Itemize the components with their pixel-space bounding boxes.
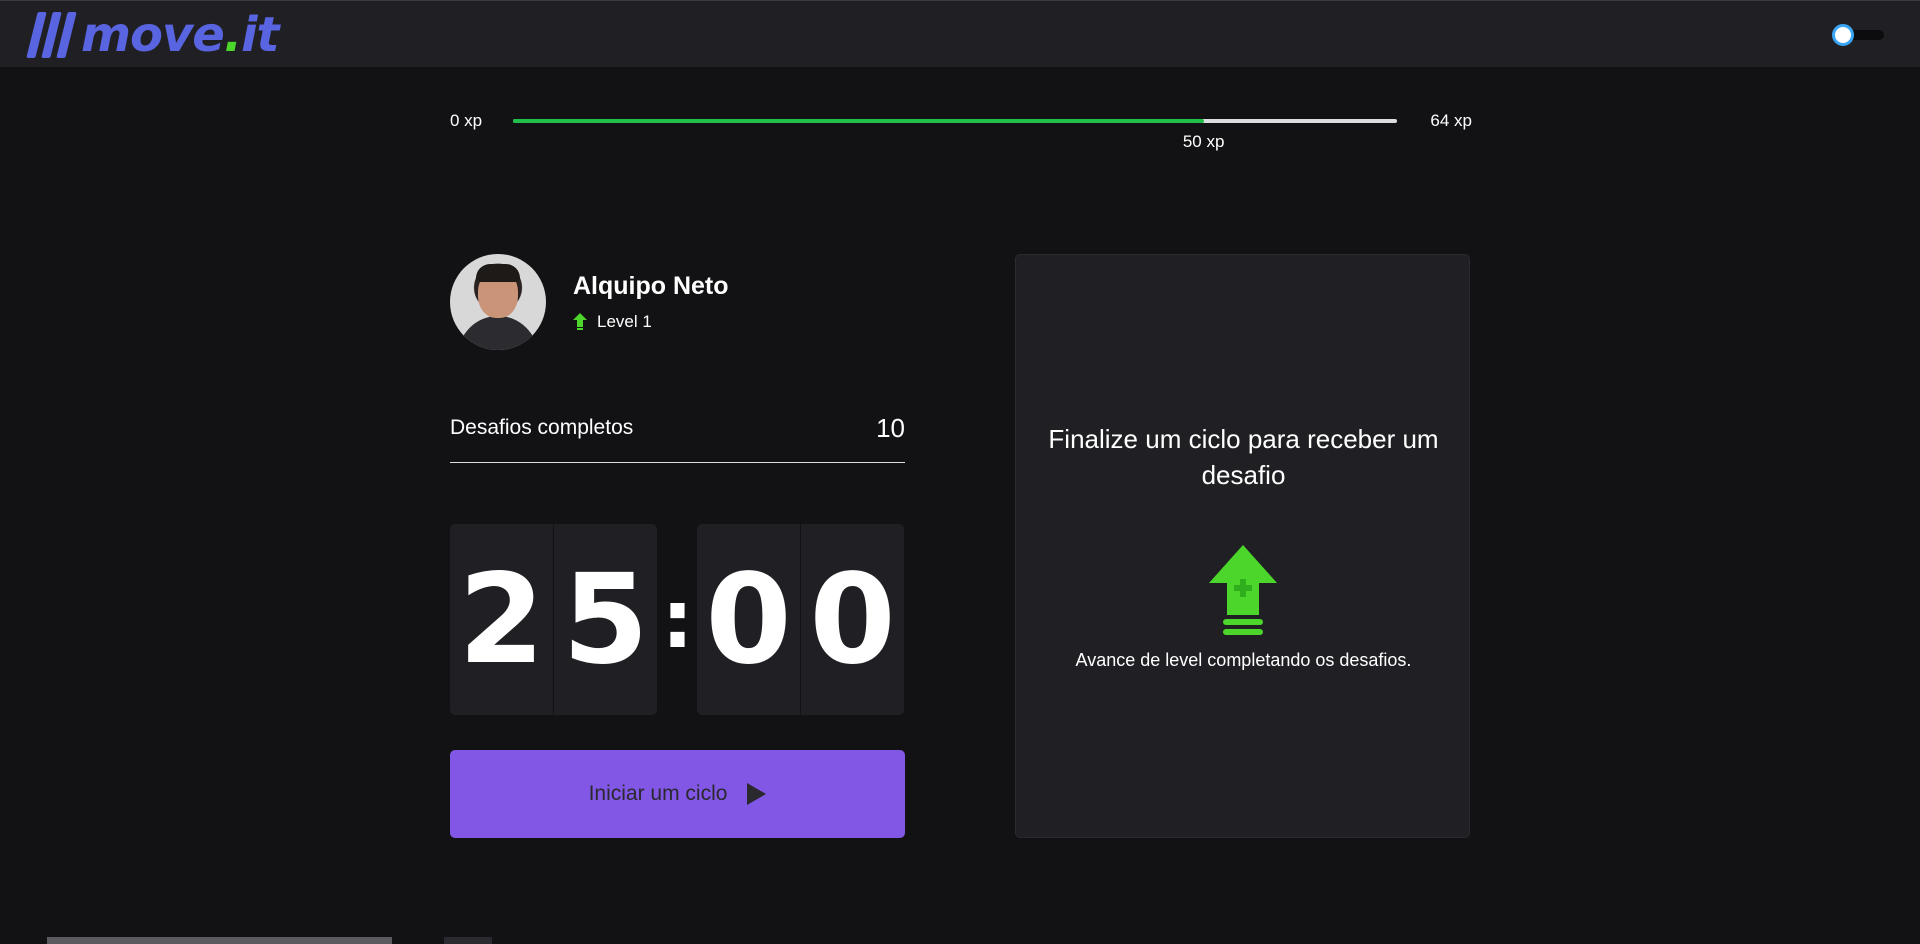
theme-toggle[interactable] [1832, 24, 1886, 46]
challenge-box-title: Finalize um ciclo para receber um desafi… [1048, 424, 1439, 490]
challenge-box-hint: Avance de level completando os desafios. [1075, 650, 1412, 670]
xp-fill [513, 119, 1204, 123]
logo-dot: . [223, 7, 242, 63]
completed-challenges-count: 10 [876, 413, 905, 443]
play-icon [747, 783, 767, 805]
logo: move.it [26, 7, 279, 63]
logo-text: move.it [81, 7, 279, 63]
seconds-card: 0 0 [697, 524, 904, 715]
avatar [450, 254, 546, 350]
logo-word: move [81, 7, 225, 63]
top-bar: move.it [0, 0, 1920, 67]
countdown: 2 5 : 0 0 [450, 524, 905, 715]
profile-name: Alquipo Neto [573, 272, 729, 300]
level-up-arrow-icon [1209, 545, 1277, 635]
minute-digit-left: 2 [450, 524, 554, 715]
countdown-separator: : [661, 573, 694, 666]
completed-challenges-label: Desafios completos [450, 416, 634, 439]
profile-level: Level 1 [573, 312, 652, 332]
profile: Alquipo Neto Level 1 [450, 254, 905, 350]
xp-max-label: 64 xp [1430, 111, 1472, 130]
minute-digit-right: 5 [562, 547, 649, 692]
bottom-strip [444, 937, 492, 944]
logo-bars-icon [26, 12, 77, 58]
second-digit-left: 0 [697, 524, 801, 715]
completed-challenges: Desafios completos 10 [450, 412, 905, 463]
xp-current-label: 50 xp [1182, 132, 1225, 151]
toggle-switch-icon[interactable] [1832, 24, 1854, 46]
bottom-strip [47, 937, 392, 944]
start-cycle-button[interactable]: Iniciar um ciclo [450, 750, 905, 838]
minutes-card: 2 5 [450, 524, 657, 715]
xp-track [513, 119, 1397, 123]
level-up-arrow-icon [573, 313, 587, 330]
second-digit-right: 0 [809, 547, 896, 692]
logo-suffix: it [241, 7, 279, 63]
experience-bar: 0 xp 50 xp 64 xp [450, 108, 1472, 158]
challenge-box: Finalize um ciclo para receber um desafi… [1015, 254, 1470, 838]
level-label: Level 1 [597, 312, 652, 331]
start-cycle-label: Iniciar um ciclo [588, 782, 728, 805]
xp-min-label: 0 xp [450, 111, 483, 130]
